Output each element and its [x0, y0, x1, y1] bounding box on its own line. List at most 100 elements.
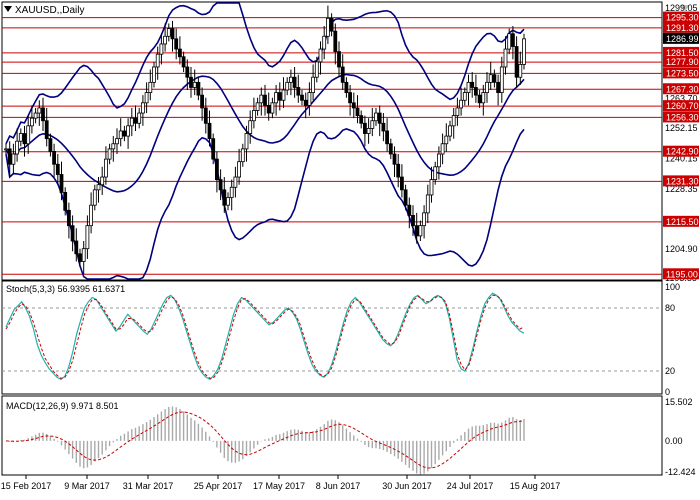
candle-body	[41, 107, 45, 122]
candle-body	[255, 102, 260, 111]
candle-body	[55, 163, 60, 175]
stoch-axis-label: 100	[665, 282, 680, 292]
candle-body	[470, 81, 475, 88]
candle-body	[37, 107, 42, 114]
candle-body	[344, 81, 349, 93]
candle-body	[333, 30, 338, 53]
candle-body	[196, 81, 201, 96]
candle-body	[503, 48, 508, 68]
candle-body	[311, 76, 316, 93]
candle-body	[185, 66, 190, 78]
candle-body	[377, 112, 382, 124]
candle-body	[177, 48, 182, 58]
candle-body	[407, 204, 412, 216]
candle-body	[11, 153, 16, 165]
candle-body	[218, 179, 223, 191]
candle-body	[307, 92, 312, 106]
candle-body	[192, 81, 197, 88]
candle-body	[292, 76, 297, 88]
candle-body	[26, 125, 31, 145]
candle-body	[422, 212, 427, 227]
candle-body	[222, 189, 227, 206]
candle-body	[229, 186, 234, 198]
candle-body	[44, 120, 49, 140]
candle-body	[240, 148, 245, 163]
candle-body	[148, 81, 153, 93]
price-tag-label: 1295.30	[666, 13, 699, 23]
candle-body	[277, 92, 282, 101]
candle-body	[214, 158, 219, 180]
candle-body	[89, 204, 93, 227]
macd-axis-label: -12.424	[665, 467, 696, 477]
candle-body	[370, 120, 375, 129]
candle-body	[78, 253, 82, 262]
trading-chart[interactable]: XAUUSD,,Daily 1299.05 1263.70 1252.15 1240.…	[0, 0, 700, 495]
candle-body	[374, 112, 378, 122]
candle-body	[288, 76, 293, 83]
candle-body	[300, 94, 304, 101]
price-tag-label: 1277.90	[666, 57, 699, 67]
candle-body	[203, 107, 208, 124]
candle-body	[163, 35, 168, 45]
price-tag-label: 1256.30	[666, 112, 699, 122]
candle-body	[340, 66, 345, 83]
candle-body	[388, 143, 393, 155]
current-price-label: 1286.99	[666, 34, 699, 44]
window-title: XAUUSD,,Daily	[15, 5, 84, 16]
macd-label: MACD(12,26,9) 9.971 8.501	[6, 401, 119, 411]
candle-body	[70, 225, 75, 242]
candle-body	[59, 174, 64, 193]
candle-body	[248, 120, 253, 134]
candle-body	[133, 117, 138, 124]
candle-body	[418, 225, 423, 237]
candle-body	[314, 61, 319, 78]
candle-body	[325, 17, 330, 37]
candle-body	[366, 128, 371, 134]
candle-body	[285, 81, 290, 91]
candle-body	[348, 92, 353, 104]
candle-body	[318, 48, 323, 63]
candle-body	[100, 176, 105, 186]
candle-body	[499, 66, 504, 93]
candle-body	[159, 43, 164, 55]
stoch-axis-label: 80	[665, 303, 675, 313]
candle-body	[459, 99, 464, 109]
candle-body	[462, 92, 467, 101]
candle-body	[466, 81, 471, 93]
candle-body	[396, 163, 401, 178]
candle-body	[96, 184, 101, 191]
candle-body	[510, 33, 515, 47]
candle-body	[63, 191, 68, 211]
candle-body	[266, 104, 271, 114]
candle-body	[337, 51, 341, 68]
price-tag-label: 1242.90	[666, 147, 699, 157]
candle-body	[362, 122, 367, 134]
time-axis-label: 9 Mar 2017	[64, 481, 110, 491]
candle-body	[237, 161, 242, 178]
candle-body	[118, 130, 123, 140]
candle-body	[392, 153, 397, 165]
candle-body	[48, 138, 53, 152]
candle-body	[244, 133, 249, 150]
candle-body	[399, 176, 404, 191]
candle-body	[33, 112, 38, 119]
price-tag-label: 1273.50	[666, 68, 699, 78]
candle-body	[166, 28, 171, 37]
time-axis-label: 15 Aug 2017	[510, 481, 561, 491]
stoch-label: Stoch(5,3,3) 56.9395 61.6371	[6, 284, 125, 294]
candle-body	[233, 176, 238, 188]
time-axis-label: 25 Apr 2017	[194, 481, 243, 491]
candle-body	[448, 125, 452, 137]
candle-body	[481, 92, 486, 104]
candle-body	[174, 38, 179, 50]
price-axis-label: 1299.05	[665, 3, 698, 13]
price-tag-label: 1291.30	[666, 23, 699, 33]
candle-body	[514, 46, 519, 78]
candle-body	[485, 81, 489, 93]
candle-body	[385, 130, 390, 145]
time-axis-label: 17 May 2017	[253, 481, 305, 491]
macd-axis-label: 0.00	[665, 436, 683, 446]
price-tag-label: 1260.70	[666, 101, 699, 111]
candle-body	[207, 122, 212, 140]
candle-body	[296, 87, 301, 96]
